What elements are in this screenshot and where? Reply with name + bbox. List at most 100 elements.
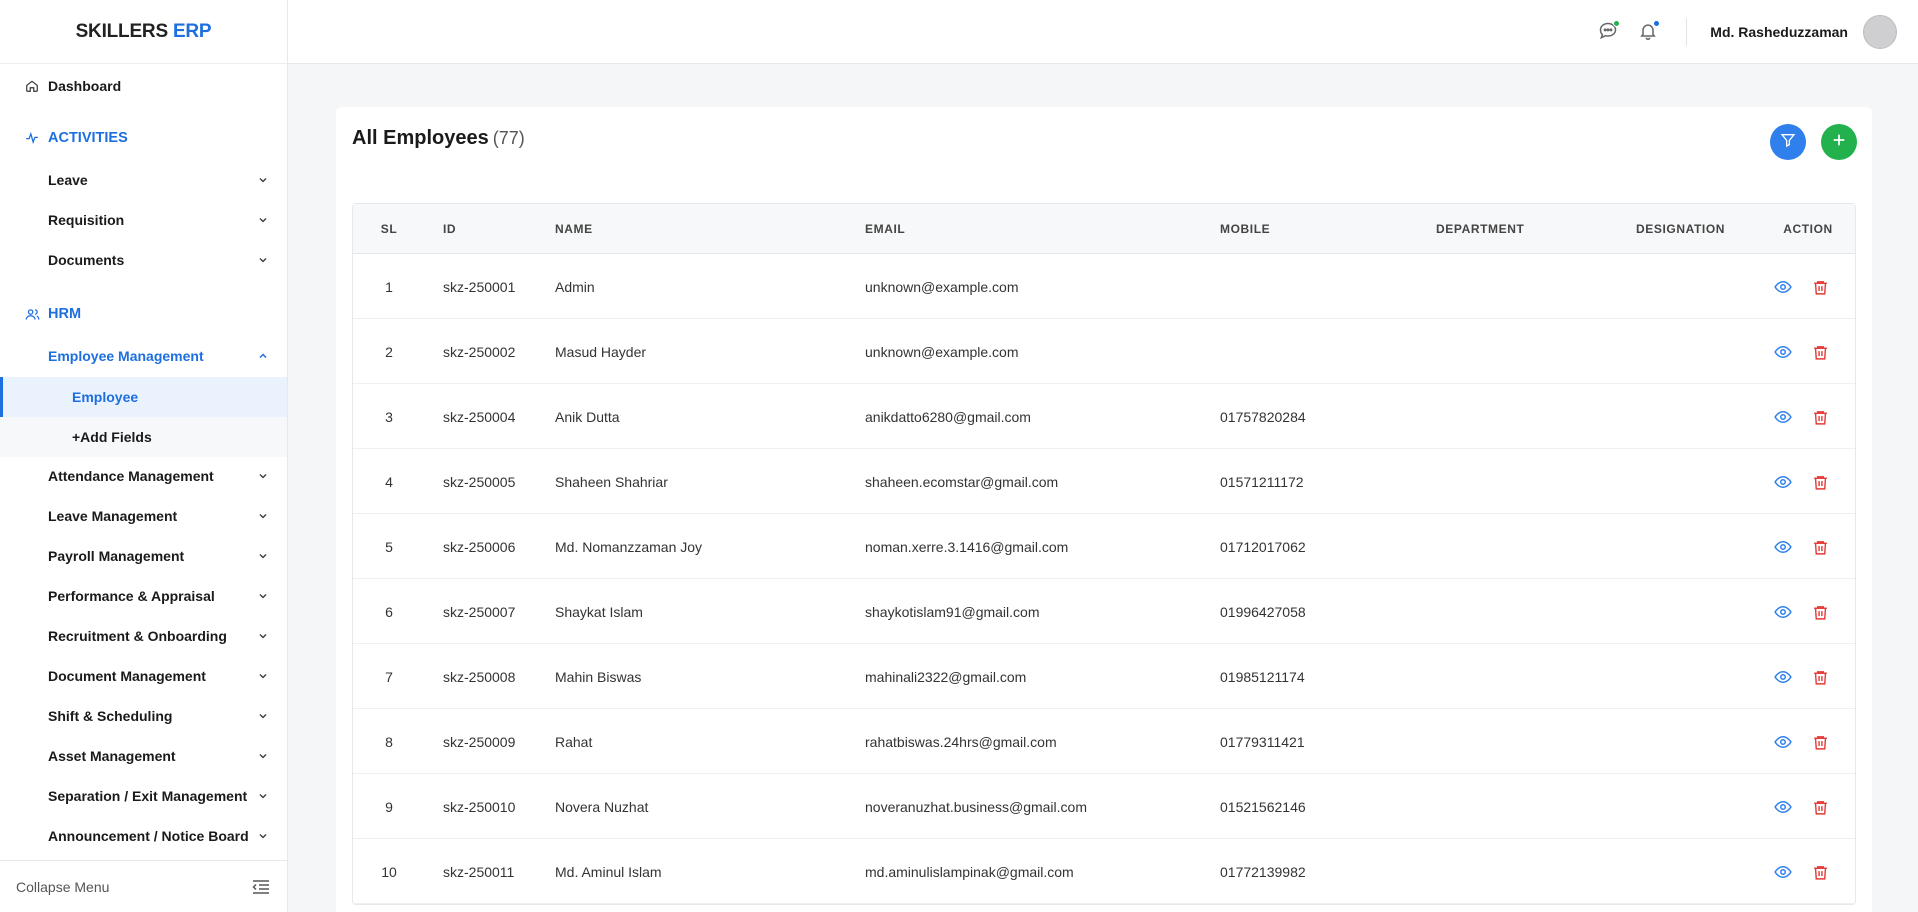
sidebar-item-dashboard[interactable]: Dashboard — [0, 66, 287, 106]
sidebar-item-asset-management[interactable]: Asset Management — [0, 736, 287, 776]
cell-email: mahinali2322@gmail.com — [865, 668, 1027, 685]
cell-mobile: 01521562146 — [1220, 798, 1306, 815]
eye-icon[interactable] — [1772, 601, 1794, 623]
eye-icon[interactable] — [1772, 406, 1794, 428]
cell-name: Rahat — [555, 733, 593, 750]
sidebar-item-attendance-management[interactable]: Attendance Management — [0, 456, 287, 496]
table-body: 1 skz-250001 Admin unknown@example.com 2 skz-… — [353, 254, 1855, 904]
users-icon — [24, 306, 40, 322]
eye-icon[interactable] — [1772, 861, 1794, 883]
sidebar-item-recruitment-onboarding[interactable]: Recruitment & Onboarding — [0, 616, 287, 656]
column-header-sl[interactable]: SL — [353, 204, 425, 254]
sidebar-item-payroll-management[interactable]: Payroll Management — [0, 536, 287, 576]
table-row: 7 skz-250008 Mahin Biswas mahinali2322@gmai… — [353, 644, 1855, 709]
eye-icon[interactable] — [1772, 666, 1794, 688]
sidebar-item-employee[interactable]: Employee — [0, 377, 287, 417]
cell-sl: 7 — [385, 668, 393, 685]
sidebar-item-label: Leave — [48, 172, 88, 188]
column-header-id[interactable]: ID — [443, 204, 456, 254]
table-row: 3 skz-250004 Anik Dutta anikdatto6280@gmail… — [353, 384, 1855, 449]
brand-logo[interactable]: SKILLERS ERP — [0, 0, 287, 64]
table-row: 9 skz-250010 Novera Nuzhat noveranuzhat.bus… — [353, 774, 1855, 839]
trash-icon[interactable] — [1809, 471, 1831, 493]
sidebar-section-hrm[interactable]: HRM — [0, 294, 287, 334]
sidebar-item-leave-management[interactable]: Leave Management — [0, 496, 287, 536]
cell-mobile: 01996427058 — [1220, 603, 1306, 620]
trash-icon[interactable] — [1809, 861, 1831, 883]
sidebar-item-separation-exit-management[interactable]: Separation / Exit Management — [0, 776, 287, 816]
eye-icon[interactable] — [1772, 471, 1794, 493]
sidebar-section-activities[interactable]: ACTIVITIES — [0, 118, 287, 158]
cell-name: Anik Dutta — [555, 408, 620, 425]
sidebar-item-shift-scheduling[interactable]: Shift & Scheduling — [0, 696, 287, 736]
sidebar-item-requisition[interactable]: Requisition — [0, 200, 287, 240]
sidebar-item-employee-management[interactable]: Employee Management — [0, 336, 287, 376]
chevron-down-icon — [257, 710, 269, 722]
sidebar-item-announcement-notice-board[interactable]: Announcement / Notice Board — [0, 816, 287, 856]
trash-icon[interactable] — [1809, 796, 1831, 818]
cell-sl: 6 — [385, 603, 393, 620]
chevron-down-icon — [257, 510, 269, 522]
trash-icon[interactable] — [1809, 406, 1831, 428]
cell-email: unknown@example.com — [865, 343, 1019, 360]
trash-icon[interactable] — [1809, 601, 1831, 623]
cell-email: noman.xerre.3.1416@gmail.com — [865, 538, 1069, 555]
brand-name: SKILLERS — [75, 20, 169, 42]
trash-icon[interactable] — [1809, 536, 1831, 558]
sidebar-item-performance-appraisal[interactable]: Performance & Appraisal — [0, 576, 287, 616]
collapse-menu-icon — [251, 877, 271, 897]
table-header: SL ID NAME EMAIL MOBILE DEPARTMENT DESIG… — [353, 204, 1855, 254]
chevron-down-icon — [257, 630, 269, 642]
eye-icon[interactable] — [1772, 536, 1794, 558]
cell-id: skz-250004 — [443, 408, 516, 425]
cell-id: skz-250009 — [443, 733, 516, 750]
column-header-name[interactable]: NAME — [555, 204, 593, 254]
cell-sl: 4 — [385, 473, 393, 490]
trash-icon[interactable] — [1809, 276, 1831, 298]
cell-name: Shaykat Islam — [555, 603, 643, 620]
sidebar-item-leave[interactable]: Leave — [0, 160, 287, 200]
trash-icon[interactable] — [1809, 341, 1831, 363]
user-name[interactable]: Md. Rasheduzzaman — [1710, 24, 1848, 40]
column-header-designation[interactable]: DESIGNATION — [1636, 204, 1725, 254]
add-employee-button[interactable] — [1821, 124, 1857, 160]
chevron-down-icon — [257, 214, 269, 226]
chat-icon[interactable] — [1598, 20, 1620, 43]
eye-icon[interactable] — [1772, 796, 1794, 818]
sidebar: SKILLERS ERP Dashboard ACTIVITIES Leave R… — [0, 0, 288, 912]
eye-icon[interactable] — [1772, 341, 1794, 363]
collapse-menu-button[interactable]: Collapse Menu — [0, 860, 287, 912]
filter-button[interactable] — [1770, 124, 1806, 160]
employees-card: All Employees (77) SL ID NAME EMAIL MOBIL… — [336, 107, 1872, 912]
cell-id: skz-250008 — [443, 668, 516, 685]
cell-mobile: 01571211172 — [1220, 473, 1304, 490]
eye-icon[interactable] — [1772, 276, 1794, 298]
chevron-down-icon — [257, 550, 269, 562]
chevron-down-icon — [257, 670, 269, 682]
sidebar-item-label: Payroll Management — [48, 548, 185, 564]
trash-icon[interactable] — [1809, 666, 1831, 688]
header-divider — [1686, 18, 1687, 46]
sidebar-item-label: Employee Management — [48, 348, 204, 364]
cell-id: skz-250006 — [443, 538, 516, 555]
sidebar-item-document-management[interactable]: Document Management — [0, 656, 287, 696]
sidebar-item-add-fields[interactable]: +Add Fields — [0, 417, 287, 457]
sidebar-item-documents[interactable]: Documents — [0, 240, 287, 280]
table-row: 8 skz-250009 Rahat rahatbiswas.24hrs@gmail.… — [353, 709, 1855, 774]
cell-id: skz-250007 — [443, 603, 516, 620]
eye-icon[interactable] — [1772, 731, 1794, 753]
collapse-menu-label: Collapse Menu — [16, 878, 110, 895]
sidebar-item-label: Dashboard — [48, 78, 122, 94]
avatar[interactable] — [1863, 15, 1897, 49]
activity-icon — [24, 130, 40, 146]
plus-icon — [1831, 132, 1847, 153]
cell-email: md.aminulislampinak@gmail.com — [865, 863, 1074, 880]
column-header-department[interactable]: DEPARTMENT — [1436, 204, 1524, 254]
bell-icon[interactable] — [1638, 20, 1660, 43]
cell-sl: 2 — [385, 343, 393, 360]
trash-icon[interactable] — [1809, 731, 1831, 753]
sidebar-item-label: Document Management — [48, 668, 206, 684]
employee-count: (77) — [492, 128, 525, 148]
column-header-email[interactable]: EMAIL — [865, 204, 905, 254]
column-header-mobile[interactable]: MOBILE — [1220, 204, 1270, 254]
